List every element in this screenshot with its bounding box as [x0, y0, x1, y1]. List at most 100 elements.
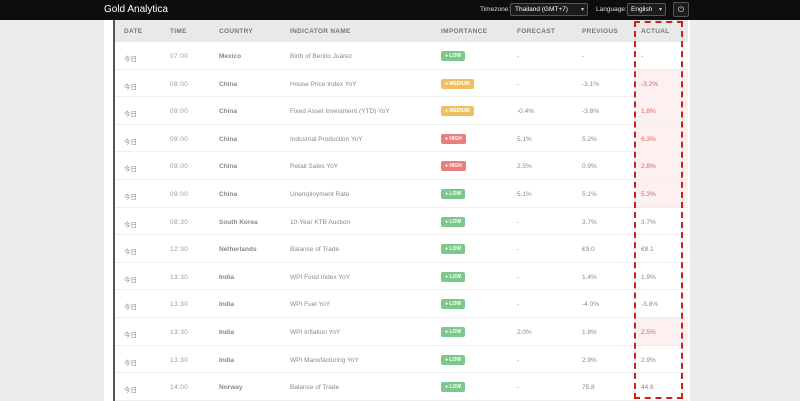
date-cell: 今日	[124, 138, 137, 146]
forecast-cell: -	[517, 53, 520, 60]
time-cell: 09:00	[170, 163, 189, 171]
importance-badge: ● LOW	[441, 244, 466, 255]
date-cell: 今日	[124, 249, 137, 257]
timezone-select[interactable]: Thailand (GMT+7) ▾	[510, 3, 588, 16]
previous-cell: -	[582, 53, 585, 60]
column-header-indicator[interactable]: INDICATOR NAME	[290, 28, 351, 35]
importance-badge: ● LOW	[441, 354, 466, 365]
table-row[interactable]: 今日 08:00 China House Price Index YoY ● MEDIU…	[115, 69, 688, 98]
date-cell: 今日	[124, 221, 137, 229]
table-row[interactable]: 今日 13:30 India WPI Manufacturing YoY ● LOW - 2…	[115, 346, 688, 374]
column-header-time[interactable]: TIME	[170, 28, 187, 35]
importance-label: LOW	[449, 356, 462, 363]
indicator-cell: WPI Manufacturing YoY	[290, 356, 359, 364]
date-cell: 今日	[124, 83, 137, 91]
column-header-country[interactable]: COUNTRY	[219, 28, 253, 35]
importance-label: LOW	[449, 301, 462, 308]
importance-badge: ● LOW	[441, 327, 466, 337]
forecast-cell: 5.1%	[517, 191, 532, 198]
column-header-previous[interactable]: PREVIOUS	[582, 28, 618, 35]
importance-badge: ● HIGH	[441, 161, 466, 172]
importance-label: MEDIUM	[449, 108, 470, 115]
importance-badge: ● LOW	[441, 51, 466, 61]
time-cell: 08:00	[170, 80, 189, 88]
forecast-cell: -	[517, 301, 520, 309]
column-header-importance[interactable]: IMPORTANCE	[441, 28, 487, 35]
importance-badge: ● MEDIUM	[441, 78, 474, 89]
previous-cell: -4.0%	[582, 301, 599, 309]
time-cell: 14:00	[170, 384, 189, 392]
table-header: DATE TIME COUNTRY INDICATOR NAME IMPORTA…	[115, 20, 688, 42]
indicator-cell: WPI Food Index YoY	[290, 273, 350, 281]
country-cell: China	[219, 135, 238, 143]
table-row[interactable]: 今日 14:00 Norway Balance of Trade ● LOW -75.8 4…	[115, 373, 688, 401]
country-cell: India	[219, 273, 235, 281]
forecast-cell: 5.1%	[517, 135, 532, 143]
importance-label: LOW	[449, 53, 462, 59]
importance-label: LOW	[449, 218, 462, 225]
time-cell: 13:30	[170, 356, 189, 364]
country-cell: Mexico	[219, 53, 242, 60]
importance-label: HIGH	[449, 163, 462, 170]
importance-badge: ● LOW	[441, 271, 466, 282]
previous-cell: 5.2%	[582, 135, 597, 143]
date-cell: 今日	[124, 332, 137, 339]
brand-logo[interactable]: Gold Analytica	[104, 4, 168, 15]
country-cell: South Korea	[219, 218, 258, 226]
country-cell: India	[219, 356, 235, 364]
previous-cell: 5.1%	[582, 191, 597, 198]
table-row[interactable]: 今日 07:00 Mexico Birth of Benito Juárez ● LOW…	[115, 42, 688, 70]
economic-calendar-table: DATE TIME COUNTRY INDICATOR NAME IMPORTA…	[113, 20, 688, 401]
logout-button[interactable]: ⏻	[673, 2, 689, 17]
table-row[interactable]: 今日 09:00 China Unemployment Rate ● LOW 5.1% 5.…	[115, 180, 688, 208]
importance-label: LOW	[449, 384, 462, 391]
importance-badge: ● LOW	[441, 299, 466, 310]
country-cell: China	[219, 80, 238, 88]
date-cell: 今日	[124, 359, 137, 367]
previous-cell: 75.8	[582, 384, 595, 392]
power-icon: ⏻	[677, 5, 685, 14]
timezone-value: Thailand (GMT+7)	[515, 6, 568, 13]
time-cell: 08:30	[170, 218, 189, 226]
country-cell: China	[219, 163, 238, 171]
indicator-cell: Unemployment Rate	[290, 191, 350, 198]
previous-cell: 0.9%	[582, 163, 597, 171]
table-row[interactable]: 今日 09:00 China Fixed Asset Investment (YTD)…	[115, 97, 688, 125]
previous-cell: -3.8%	[582, 108, 599, 116]
previous-cell: 1.8%	[582, 329, 597, 336]
importance-badge: ● LOW	[441, 382, 466, 393]
indicator-cell: Retail Sales YoY	[290, 163, 339, 171]
importance-badge: ● MEDIUM	[441, 106, 474, 117]
importance-label: LOW	[449, 329, 462, 335]
chevron-down-icon: ▾	[580, 7, 584, 13]
time-cell: 13:30	[170, 329, 189, 336]
country-cell: China	[219, 108, 238, 116]
table-row[interactable]: 今日 12:30 Netherlands Balance of Trade ● LOW -…	[115, 235, 688, 263]
table-row[interactable]: 今日 09:00 China Retail Sales YoY ● HIGH 2.5% 0.…	[115, 152, 688, 180]
forecast-cell: -	[517, 273, 520, 281]
date-cell: 今日	[124, 194, 137, 201]
table-row[interactable]: 今日 08:30 South Korea 10-Year KTB Auction ● L…	[115, 208, 688, 236]
importance-badge: ● LOW	[441, 189, 466, 199]
forecast-cell: -	[517, 218, 520, 226]
table-row[interactable]: 今日 13:30 India WPI Fuel YoY ● LOW - -4.0% -3.8%	[115, 290, 688, 318]
date-cell: 今日	[124, 166, 137, 174]
date-cell: 今日	[124, 387, 137, 395]
forecast-cell: -	[517, 384, 520, 392]
indicator-cell: House Price Index YoY	[290, 80, 357, 88]
indicator-cell: Industrial Production YoY	[290, 135, 363, 143]
top-bar: Gold Analytica Timezone: Thailand (GMT+7…	[0, 0, 800, 20]
time-cell: 07:00	[170, 53, 189, 60]
forecast-cell: 2.0%	[517, 329, 532, 336]
language-select[interactable]: English ▾	[627, 3, 666, 16]
previous-cell: 3.7%	[582, 218, 597, 226]
previous-cell: 2.9%	[582, 356, 597, 364]
table-row[interactable]: 今日 13:30 India WPI Inflation YoY ● LOW 2.0% 1.…	[115, 318, 688, 346]
date-cell: 今日	[124, 56, 137, 63]
column-header-forecast[interactable]: FORECAST	[517, 28, 555, 35]
previous-cell: €9.0	[582, 246, 595, 254]
table-row[interactable]: 今日 13:30 India WPI Food Index YoY ● LOW - 1.4%…	[115, 263, 688, 291]
column-header-date[interactable]: DATE	[124, 28, 142, 35]
table-row[interactable]: 今日 09:00 China Industrial Production YoY ● H…	[115, 124, 688, 153]
importance-label: LOW	[449, 273, 462, 280]
